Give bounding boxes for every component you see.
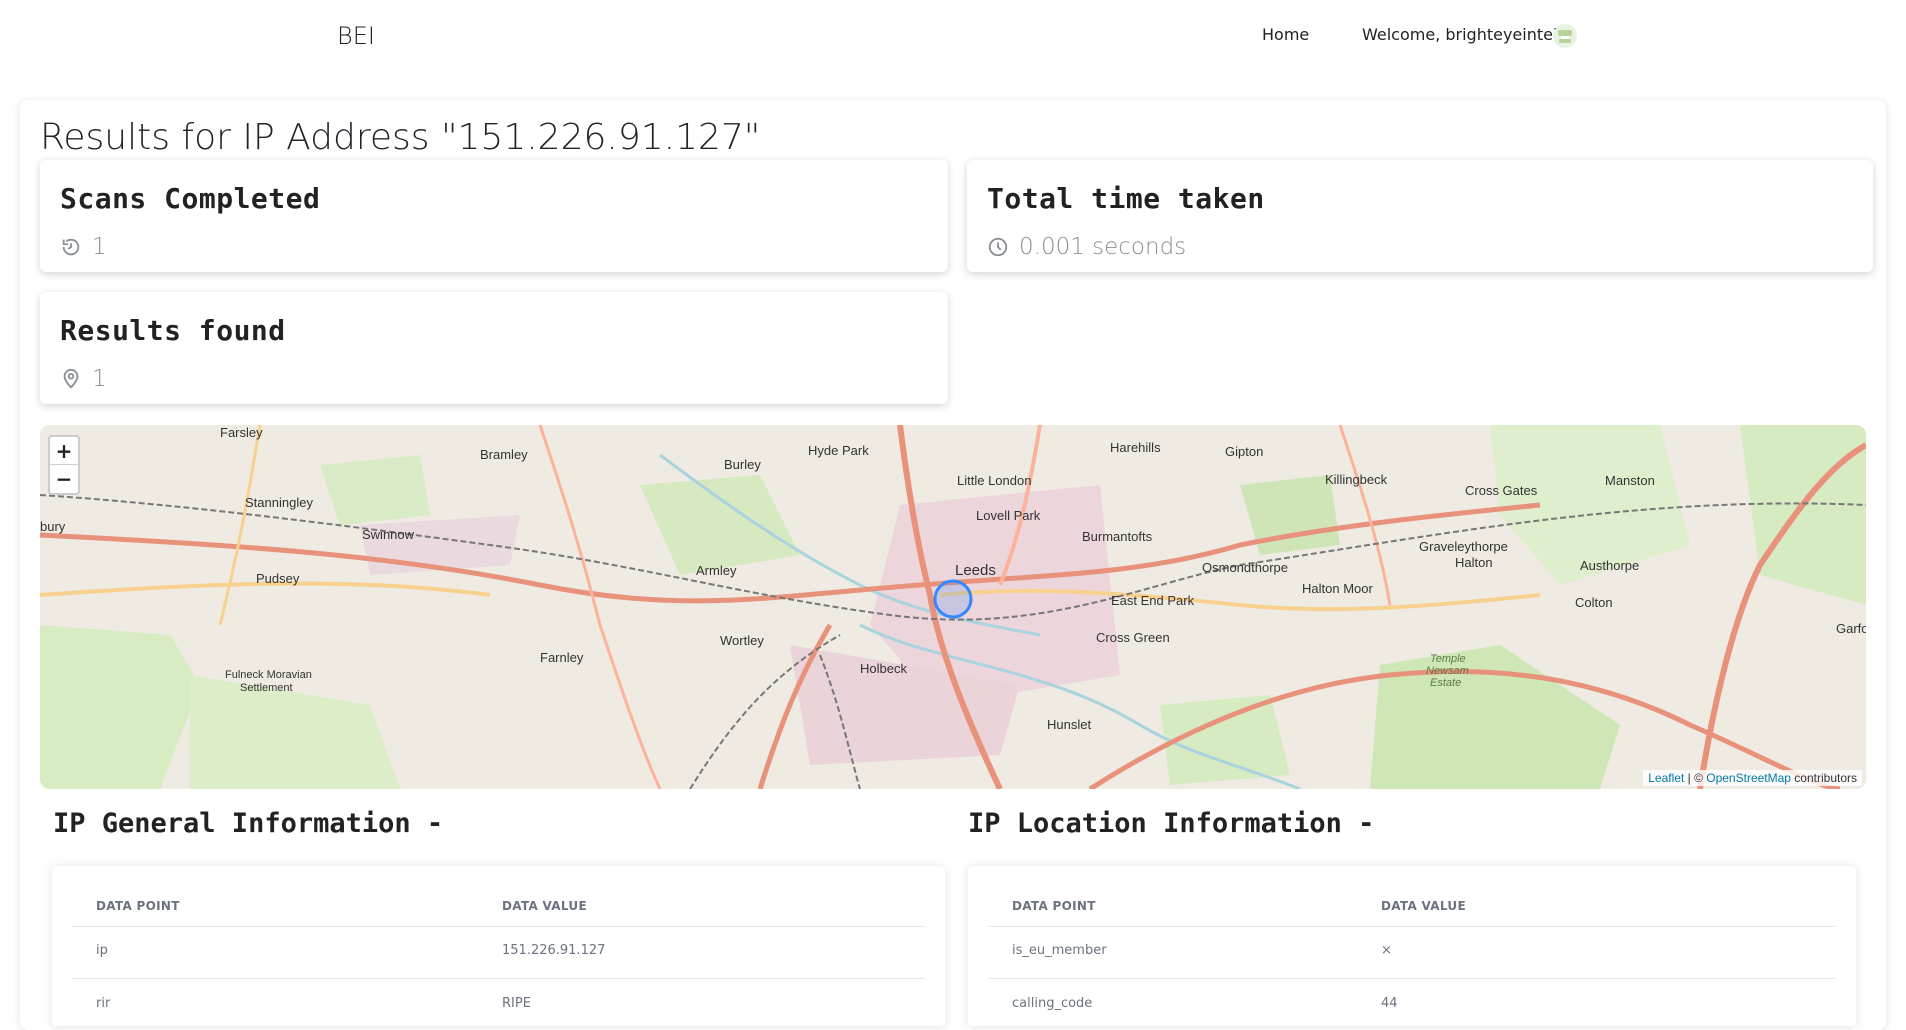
map-label: Armley (696, 563, 737, 578)
map-label: Burley (724, 457, 761, 472)
ip-general-table: DATA POINT DATA VALUE ip 151.226.91.127 … (52, 866, 945, 1026)
map-label: Swinnow (362, 527, 415, 542)
map-label: Gipton (1225, 444, 1264, 459)
map-label: Newsam (1426, 665, 1469, 677)
map-label: Farnley (540, 650, 584, 665)
row-divider (988, 926, 1836, 927)
table-header: DATA POINT (1012, 899, 1096, 913)
map-label: Colton (1575, 595, 1613, 610)
row-divider (72, 978, 925, 979)
table-cell-value: 151.226.91.127 (502, 943, 606, 958)
map-label: Manston (1605, 473, 1655, 488)
ip-location-title: IP Location Information - (968, 808, 1375, 839)
stat-value-text: 1 (92, 234, 107, 260)
location-pin-icon (63, 368, 79, 389)
map-label: Garfo (1836, 621, 1866, 636)
map-label: Cross Green (1096, 630, 1170, 645)
map-label: Lovell Park (976, 508, 1041, 523)
stat-card-scans: Scans Completed 1 (40, 160, 948, 272)
table-cell-point: is_eu_member (1012, 943, 1107, 958)
map-label: Fulneck Moravian (225, 669, 312, 681)
map-label: East End Park (1111, 593, 1195, 608)
stat-value-text: 1 (92, 366, 107, 392)
avatar[interactable] (1553, 24, 1577, 48)
table-cell-value: RIPE (502, 996, 531, 1011)
map-label: Leeds (955, 562, 996, 579)
table-header: DATA VALUE (1381, 899, 1466, 913)
stat-title: Scans Completed (60, 182, 321, 215)
map-attribution: Leaflet | © OpenStreetMap contributors (1643, 770, 1862, 786)
stat-value-text: 0.001 seconds (1019, 234, 1187, 260)
map-label: Cross Gates (1465, 483, 1538, 498)
table-header: DATA VALUE (502, 899, 587, 913)
map-label: Stanningley (245, 495, 313, 510)
row-divider (72, 926, 925, 927)
stat-value: 1 (60, 234, 107, 260)
table-cell-value: 44 (1381, 996, 1398, 1011)
osm-link[interactable]: OpenStreetMap (1706, 771, 1791, 785)
map-label: Wortley (720, 633, 764, 648)
map-label: Osmondthorpe (1202, 560, 1288, 575)
leaflet-link[interactable]: Leaflet (1648, 771, 1684, 785)
zoom-out-button[interactable]: − (50, 465, 78, 493)
stat-value: 1 (60, 366, 107, 392)
table-cell-point: rir (96, 996, 111, 1011)
map-label: Killingbeck (1325, 472, 1388, 487)
table-header: DATA POINT (96, 899, 180, 913)
page-title: Results for IP Address "151.226.91.127" (40, 117, 761, 158)
map-label: Austhorpe (1580, 558, 1640, 573)
stat-title: Results found (60, 314, 286, 347)
map-label: Graveleythorpe (1419, 539, 1508, 554)
stat-value: 0.001 seconds (987, 234, 1186, 260)
navbar: BEI Home Welcome, brighteyeintel (0, 0, 1906, 72)
map-label: Bramley (480, 447, 528, 462)
ip-location-table: DATA POINT DATA VALUE is_eu_member × cal… (968, 866, 1856, 1026)
map-label: Burmantofts (1082, 529, 1153, 544)
map-zoom-control: + − (48, 435, 80, 495)
brand-logo[interactable]: BEI (337, 22, 375, 50)
map-label: bury (40, 519, 66, 534)
stat-card-results: Results found 1 (40, 292, 948, 404)
table-cell-point: calling_code (1012, 996, 1093, 1011)
map-label: Settlement (240, 682, 293, 694)
nav-home-link[interactable]: Home (1262, 25, 1309, 44)
rotate-icon (62, 238, 80, 256)
map-label: Estate (1430, 677, 1462, 689)
table-cell-value: × (1381, 943, 1392, 958)
attribution-separator: | © (1684, 771, 1707, 785)
table-cell-point: ip (96, 943, 108, 958)
row-divider (988, 978, 1836, 979)
stat-card-time: Total time taken 0.001 seconds (967, 160, 1873, 272)
clock-icon (988, 237, 1008, 257)
map-label: Little London (957, 473, 1032, 488)
zoom-in-button[interactable]: + (50, 437, 78, 465)
attribution-suffix: contributors (1790, 771, 1857, 785)
map-label: Temple (1430, 653, 1466, 665)
map-label: Harehills (1110, 440, 1161, 455)
map-label: Halton Moor (1302, 581, 1373, 596)
ip-general-title: IP General Information - (53, 808, 444, 839)
nav-welcome-user[interactable]: Welcome, brighteyeintel (1362, 25, 1557, 44)
map-view[interactable]: Farsley Bramley Burley Hyde Park Harehil… (40, 425, 1866, 789)
avatar-icon (1558, 30, 1572, 43)
map-label: Farsley (220, 425, 263, 440)
map-label: Hunslet (1047, 717, 1092, 732)
map-label: Halton (1455, 555, 1493, 570)
map-label: Holbeck (860, 661, 907, 676)
map-label: Pudsey (256, 571, 300, 586)
map-label: Hyde Park (808, 443, 869, 458)
stat-title: Total time taken (987, 182, 1265, 215)
